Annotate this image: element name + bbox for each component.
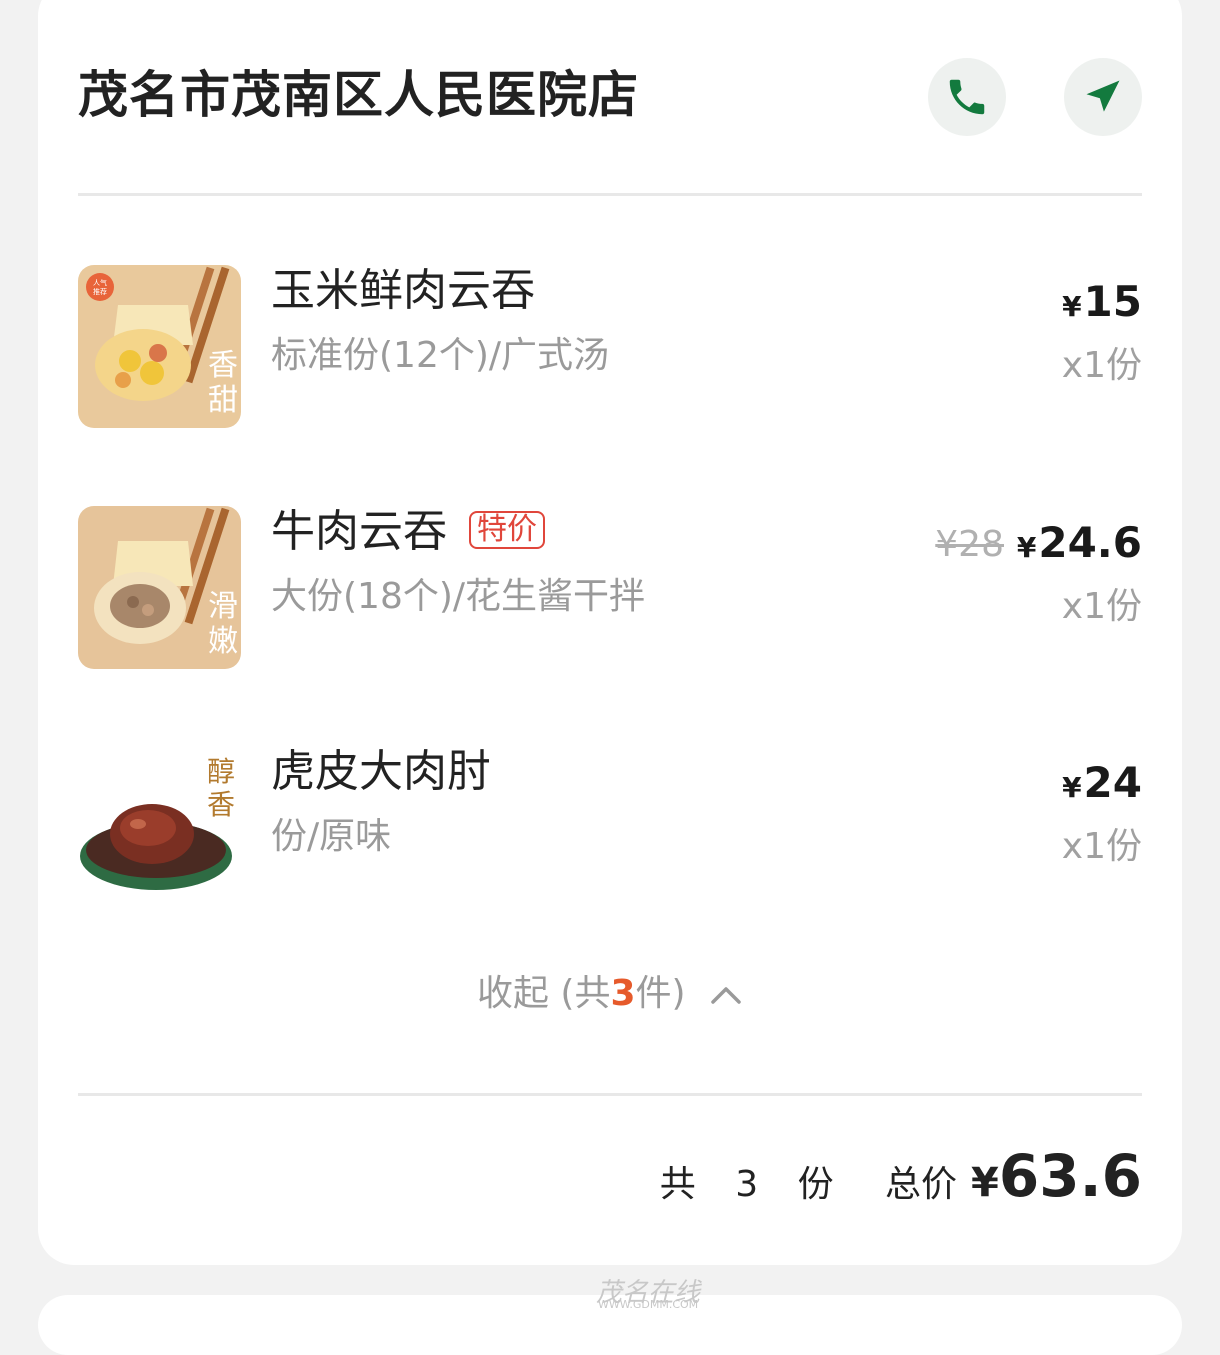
svg-text:嫩: 嫩 [208, 624, 238, 659]
item-spec: 大份(18个)/花生酱干拌 [271, 576, 646, 617]
total-count: 共 3 份 [659, 1164, 848, 1205]
item-name: 虎皮大肉肘 [271, 746, 491, 797]
item-spec: 份/原味 [271, 816, 392, 857]
collapse-suffix: 件) [635, 973, 686, 1014]
watermark-url: WWW.GDMM.COM [598, 1298, 699, 1311]
item-quantity: x1份 [1061, 345, 1142, 386]
item-name: 玉米鲜肉云吞 [271, 265, 535, 316]
item-thumbnail: 醇 香 [78, 746, 241, 909]
call-button[interactable] [928, 58, 1006, 136]
item-name-text: 牛肉云吞 [271, 506, 447, 557]
original-price: ¥28 [935, 524, 1004, 565]
phone-icon [949, 79, 985, 115]
collapse-label: 收起 (共 [476, 973, 611, 1014]
item-thumbnail: 人气 推荐 香 甜 [78, 265, 241, 428]
collapse-toggle[interactable]: 收起 (共3件) [0, 970, 1220, 1018]
summary-divider [78, 1093, 1142, 1096]
item-price: ¥24.6 [1017, 518, 1142, 573]
order-item: 醇 香 虎皮大肉肘 份/原味 ¥24 x1份 [78, 746, 1142, 911]
special-price-badge: 特价 [469, 511, 545, 549]
item-price: ¥15 [1062, 277, 1142, 332]
currency-symbol: ¥ [1062, 290, 1082, 323]
item-name: 牛肉云吞 特价 [271, 504, 545, 560]
svg-text:甜: 甜 [208, 383, 238, 418]
watermark: 茂名在线 WWW.GDMM.COM [520, 1272, 720, 1317]
currency-symbol: ¥ [1062, 771, 1082, 804]
store-name: 茂名市茂南区人民医院店 [78, 66, 639, 124]
item-quantity: x1份 [1061, 826, 1142, 867]
navigate-button[interactable] [1064, 58, 1142, 136]
svg-text:香: 香 [208, 348, 238, 383]
item-quantity: x1份 [1061, 586, 1142, 627]
order-summary: 共 3 份 总价 ¥63.6 [660, 1145, 1142, 1216]
currency-symbol: ¥ [1016, 531, 1037, 564]
total-price: 63.6 [998, 1142, 1142, 1210]
price-value: 24.6 [1038, 518, 1142, 567]
order-item: 人气 推荐 香 甜 玉米鲜肉云吞 标准份(12个)/广式汤 ¥15 x1份 [78, 265, 1142, 430]
total-label: 总价 [885, 1164, 958, 1205]
price-value: 15 [1083, 277, 1142, 326]
svg-text:人气: 人气 [93, 278, 107, 287]
item-thumbnail: 滑 嫩 [78, 506, 241, 669]
item-count: 3 [610, 973, 636, 1014]
chevron-up-icon [711, 987, 741, 1004]
svg-text:推荐: 推荐 [93, 287, 107, 296]
order-item: 滑 嫩 牛肉云吞 特价 大份(18个)/花生酱干拌 ¥28 ¥24.6 x1份 [78, 506, 1142, 671]
item-price: ¥24 [1062, 758, 1142, 813]
navigation-arrow-icon [1086, 80, 1120, 112]
svg-text:滑: 滑 [208, 589, 238, 624]
item-spec: 标准份(12个)/广式汤 [271, 335, 610, 376]
svg-text:醇: 醇 [207, 755, 235, 788]
svg-text:香: 香 [207, 788, 235, 821]
header-divider [78, 193, 1142, 196]
currency-symbol: ¥ [971, 1160, 999, 1206]
price-value: 24 [1083, 758, 1142, 807]
